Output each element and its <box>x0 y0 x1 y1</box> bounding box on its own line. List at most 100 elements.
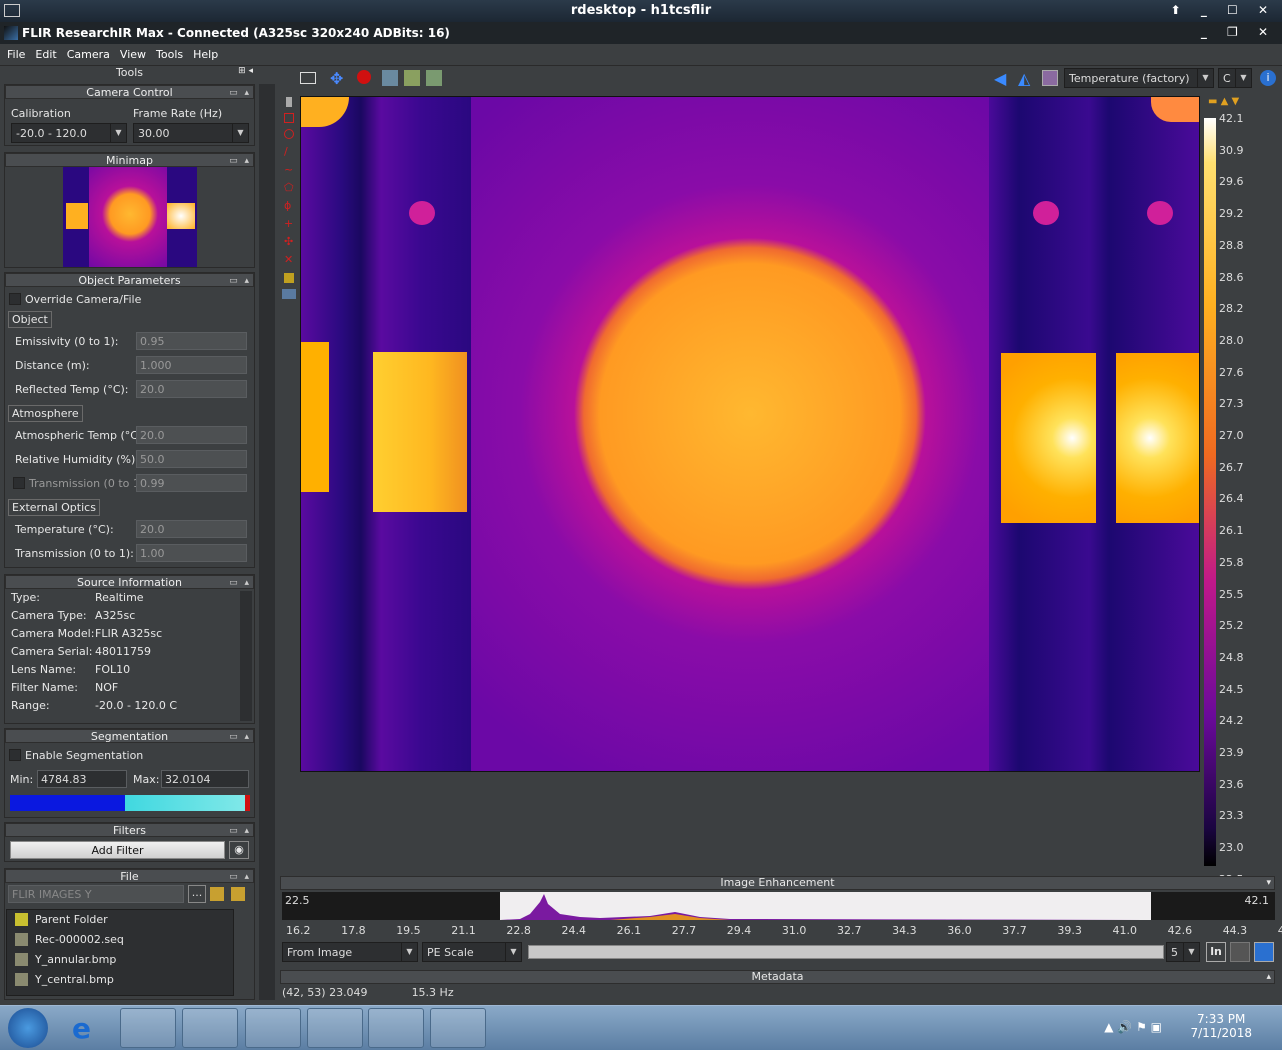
eye-icon[interactable] <box>282 289 296 299</box>
scale-controls[interactable]: ▬ ▲ ▼ <box>1208 96 1239 107</box>
list-item[interactable]: Y_central.bmp <box>7 970 233 990</box>
folder-path-field[interactable]: FLIR IMAGES Y <box>8 885 184 903</box>
image-viewer-taskbar-icon[interactable] <box>368 1008 424 1048</box>
polygon-tool-icon[interactable]: ⬠ <box>284 181 298 195</box>
histogram-tick-label: 42.6 <box>1167 924 1193 937</box>
polyline-tool-icon[interactable]: ~ <box>284 163 298 177</box>
override-checkbox[interactable] <box>9 293 21 305</box>
humidity-field[interactable]: 50.0 <box>136 450 247 468</box>
optics-temp-field[interactable]: 20.0 <box>136 520 247 538</box>
segmentation-slider[interactable] <box>10 795 250 811</box>
distance-field[interactable]: 1.000 <box>136 356 247 374</box>
color-scale-bar[interactable] <box>1204 118 1216 866</box>
multi-spot-tool-icon[interactable]: ✣ <box>284 235 298 249</box>
histogram-low-value[interactable]: 22.5 <box>285 894 310 907</box>
list-item[interactable]: Y_annular.bmp <box>7 950 233 970</box>
system-tray-icons[interactable]: ▲ 🔊 ⚑ ▣ <box>1104 1020 1162 1034</box>
clock[interactable]: 7:33 PM 7/11/2018 <box>1190 1012 1252 1040</box>
source-info-value: A325sc <box>95 609 136 622</box>
pointer-icon[interactable] <box>286 97 292 107</box>
ie-icon[interactable]: e <box>72 1012 91 1045</box>
researchir-taskbar-icon[interactable] <box>430 1008 486 1048</box>
calibration-select[interactable]: -20.0 - 120.0 ▼ <box>11 123 127 143</box>
emissivity-field[interactable]: 0.95 <box>136 332 247 350</box>
camera-control-title: Camera Control ▭ ▴ <box>5 85 254 99</box>
atm-temp-field[interactable]: 20.0 <box>136 426 247 444</box>
browse-button[interactable]: ... <box>188 885 206 903</box>
flip-icon[interactable]: ◭ <box>1018 69 1030 88</box>
source-info-row: Camera Model: FLIR A325sc <box>11 627 231 645</box>
histogram-high-value[interactable]: 42.1 <box>1245 894 1270 907</box>
transmission-label: Transmission (0 to 1): <box>29 477 148 490</box>
info-icon[interactable]: i <box>1260 70 1276 86</box>
save-roi-icon[interactable] <box>284 273 294 283</box>
menu-file[interactable]: File <box>0 44 28 61</box>
histogram-range[interactable] <box>500 892 1151 920</box>
export-icon[interactable] <box>426 70 442 86</box>
min-field[interactable]: 4784.83 <box>37 770 127 788</box>
palette-prev-icon[interactable]: ◀ <box>994 69 1006 88</box>
lock-icon[interactable] <box>1230 942 1250 962</box>
image-file-icon <box>15 973 28 986</box>
menu-help[interactable]: Help <box>186 44 221 61</box>
open-folder-icon[interactable] <box>231 887 245 901</box>
enable-segmentation-checkbox[interactable] <box>9 749 21 761</box>
reflected-temp-field[interactable]: 20.0 <box>136 380 247 398</box>
explorer-taskbar-icon[interactable] <box>120 1008 176 1048</box>
thermal-region <box>409 201 435 225</box>
snapshot-icon[interactable] <box>382 70 398 86</box>
window-controls[interactable]: ⬆ _ ☐ ✕ <box>1171 3 1276 17</box>
optics-transmission-field[interactable]: 1.00 <box>136 544 247 562</box>
freeform-tool-icon[interactable]: ϕ <box>284 199 298 213</box>
main-toolbar: ✥ ◀ ◭ Temperature (factory) ▼ C ▼ i <box>280 66 1282 92</box>
scale-tick-label: 23.9 <box>1219 746 1244 759</box>
histogram-tick-label: 39.3 <box>1057 924 1082 937</box>
histogram-tick-label: 21.1 <box>451 924 476 937</box>
delete-roi-icon[interactable]: ✕ <box>284 253 298 267</box>
researchir-taskbar-icon[interactable] <box>307 1008 363 1048</box>
measurement-mode-select[interactable]: Temperature (factory) ▼ <box>1064 68 1214 88</box>
palette-icon[interactable] <box>1042 70 1058 86</box>
unit-select[interactable]: C ▼ <box>1218 68 1252 88</box>
transmission-field[interactable]: 0.99 <box>136 474 247 492</box>
ellipse-tool-icon[interactable] <box>284 129 294 139</box>
spot-tool-icon[interactable]: + <box>284 217 298 231</box>
start-button[interactable] <box>8 1008 48 1048</box>
scale-mode-select[interactable]: PE Scale ▼ <box>422 942 522 962</box>
line-tool-icon[interactable]: / <box>284 145 298 159</box>
source-info-key: Camera Model: <box>11 627 95 640</box>
window-layout-icon[interactable] <box>300 72 316 84</box>
app-window-controls[interactable]: _ ❐ ✕ <box>1201 25 1276 39</box>
tools-header-buttons[interactable]: ⊞ ◂ <box>238 66 253 76</box>
apply-icon[interactable] <box>1254 942 1274 962</box>
minimap-image[interactable] <box>63 167 197 267</box>
max-field[interactable]: 32.0104 <box>161 770 249 788</box>
menu-tools[interactable]: Tools <box>149 44 186 61</box>
histogram[interactable]: 22.5 42.1 <box>282 892 1275 920</box>
rectangle-tool-icon[interactable] <box>284 113 294 123</box>
image-settings-icon[interactable] <box>404 70 420 86</box>
crosshair-icon[interactable]: ✥ <box>330 69 343 88</box>
histogram-tick-label: 34.3 <box>892 924 917 937</box>
range-source-select[interactable]: From Image ▼ <box>282 942 418 962</box>
cmd-taskbar-icon[interactable] <box>245 1008 301 1048</box>
record-icon[interactable] <box>357 70 371 84</box>
media-player-taskbar-icon[interactable] <box>182 1008 238 1048</box>
add-filter-button[interactable]: Add Filter <box>10 841 225 859</box>
folder-icon[interactable] <box>210 887 224 901</box>
list-item[interactable]: Rec-000002.seq <box>7 930 233 950</box>
menu-edit[interactable]: Edit <box>28 44 59 61</box>
frame-rate-select[interactable]: 30.00 ▼ <box>133 123 249 143</box>
list-item[interactable]: Parent Folder <box>7 910 233 930</box>
source-info-scrollbar[interactable] <box>240 591 252 721</box>
thermal-image[interactable] <box>300 96 1200 772</box>
ln-button[interactable]: ln <box>1206 942 1226 962</box>
menu-view[interactable]: View <box>113 44 149 61</box>
enhancement-slider[interactable] <box>528 945 1164 959</box>
eye-icon[interactable]: ◉ <box>229 841 249 859</box>
steps-select[interactable]: 5 ▼ <box>1166 942 1200 962</box>
sidebar-scrollbar[interactable] <box>259 84 275 1000</box>
histogram-tick-label: 16.2 <box>286 924 311 937</box>
menu-camera[interactable]: Camera <box>60 44 113 61</box>
transmission-checkbox[interactable] <box>13 477 25 489</box>
